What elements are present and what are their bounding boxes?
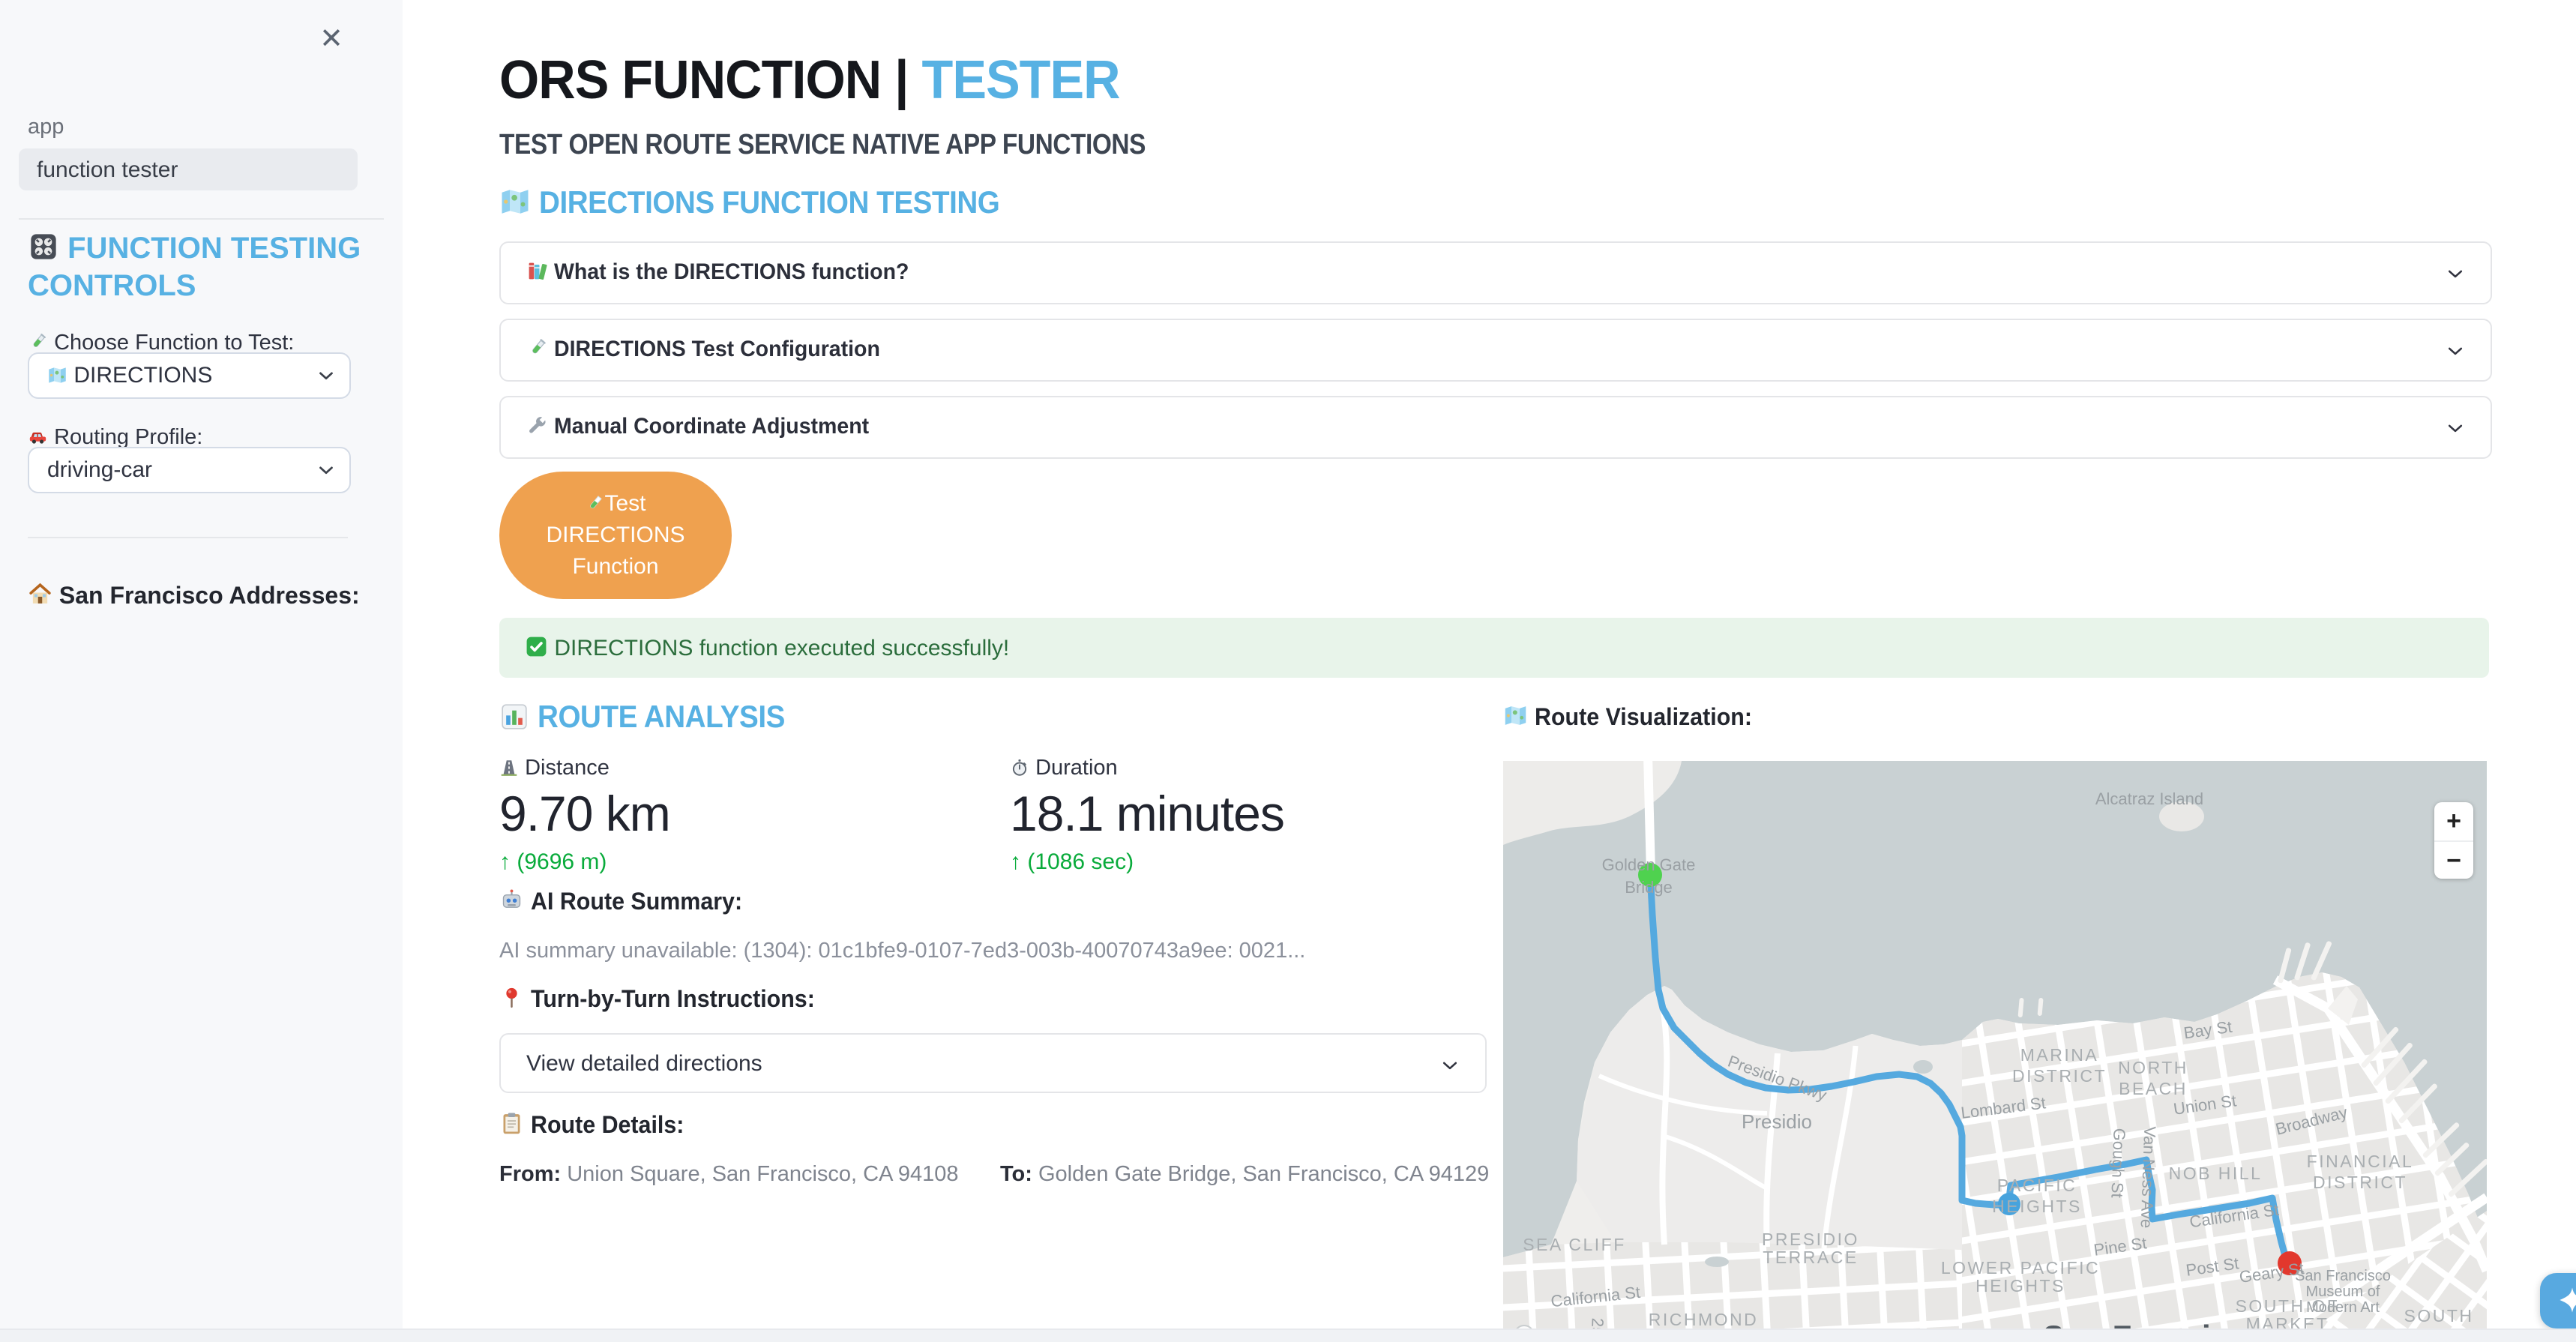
map-label: SOUTH xyxy=(2404,1306,2474,1326)
metric-distance: Distance 9.70 km ↑ (9696 m) xyxy=(499,756,670,875)
chevron-down-icon xyxy=(2443,261,2468,286)
addresses-heading: San Francisco Addresses: xyxy=(28,582,360,610)
map-label: LOWER PACIFIC xyxy=(1941,1258,2100,1278)
title-main: ORS FUNCTION | xyxy=(499,50,908,110)
function-select[interactable]: DIRECTIONS xyxy=(28,352,351,399)
assistant-button[interactable] xyxy=(2540,1273,2576,1329)
test-tube-icon xyxy=(526,337,548,359)
success-message: DIRECTIONS function executed successfull… xyxy=(554,636,1009,661)
turns-heading: Turn-by-Turn Instructions: xyxy=(499,985,830,1013)
route-to: To: Golden Gate Bridge, San Francisco, C… xyxy=(1000,1162,1489,1187)
map-icon xyxy=(499,186,531,217)
map-label: San Francisco xyxy=(2295,1268,2391,1284)
chevron-down-icon xyxy=(315,459,337,481)
divider xyxy=(28,537,348,538)
check-icon xyxy=(525,635,548,658)
page-bottom-strip xyxy=(0,1329,2576,1342)
road-icon xyxy=(499,758,519,777)
pin-icon xyxy=(499,985,524,1010)
chevron-down-icon xyxy=(2443,338,2468,364)
distance-value: 9.70 km xyxy=(499,785,670,842)
sidebar-heading: FUNCTION TESTING CONTROLS xyxy=(28,229,373,304)
viz-heading: Route Visualization: xyxy=(1503,703,1763,731)
map-label: NOB HILL xyxy=(2169,1164,2263,1183)
metric-duration: Duration 18.1 minutes ↑ (1086 sec) xyxy=(1010,756,1284,875)
chevron-down-icon xyxy=(2443,415,2468,441)
map-label: Van Ness Ave xyxy=(2137,1126,2160,1229)
section-directions-testing: DIRECTIONS FUNCTION TESTING xyxy=(499,184,1040,220)
sidebar-item-function-tester[interactable]: function tester xyxy=(19,148,358,190)
chevron-down-icon xyxy=(315,364,337,387)
robot-icon xyxy=(499,888,524,912)
duration-value: 18.1 minutes xyxy=(1010,785,1284,842)
map-label: BEACH xyxy=(2119,1079,2188,1098)
map-label: SOUTH OF xyxy=(2236,1296,2340,1316)
expander-test-configuration[interactable]: DIRECTIONS Test Configuration xyxy=(499,319,2492,382)
divider xyxy=(19,218,384,220)
map-label: Presidio xyxy=(1742,1110,1812,1133)
map-label: MARINA xyxy=(2020,1045,2098,1065)
clipboard-icon xyxy=(499,1111,524,1136)
success-alert: DIRECTIONS function executed successfull… xyxy=(499,618,2489,678)
map-label: Golden Gate xyxy=(1602,855,1696,874)
expander-what-is-directions[interactable]: What is the DIRECTIONS function? xyxy=(499,241,2492,304)
zoom-in-button[interactable]: + xyxy=(2434,802,2473,840)
map-label: RICHMOND xyxy=(1649,1310,1759,1329)
page-title: ORS FUNCTION | TESTER xyxy=(499,49,1152,111)
duration-delta: ↑ (1086 sec) xyxy=(1010,849,1284,875)
city-label: San Francisco xyxy=(2043,1319,2268,1329)
function-select-value: DIRECTIONS xyxy=(73,363,212,388)
nav-section-label: app xyxy=(28,115,64,139)
map-label: HEIGHTS xyxy=(1975,1276,2065,1296)
page-subtitle: TEST OPEN ROUTE SERVICE NATIVE APP FUNCT… xyxy=(499,129,1234,161)
route-map[interactable]: Alcatraz IslandGolden GateBridgeMARINADI… xyxy=(1503,761,2487,1329)
ai-summary-heading: AI Route Summary: xyxy=(499,888,753,915)
distance-delta: ↑ (9696 m) xyxy=(499,849,670,875)
chevron-down-icon xyxy=(1437,1053,1463,1078)
map-label: Bridge xyxy=(1625,878,1673,897)
wrench-icon xyxy=(526,415,548,436)
map-zoom-control: + − xyxy=(2434,802,2473,879)
test-tube-icon xyxy=(585,494,604,514)
section-route-analysis: ROUTE ANALYSIS xyxy=(499,699,807,735)
map-icon xyxy=(47,365,67,385)
bar-chart-icon xyxy=(499,702,529,732)
car-icon xyxy=(28,427,48,447)
map-label: DISTRICT xyxy=(2313,1173,2407,1192)
map-label: NORTH xyxy=(2118,1058,2188,1077)
map-label: PACIFIC xyxy=(1997,1176,2077,1195)
nav-item-label: function tester xyxy=(19,148,358,183)
map-label: DISTRICT xyxy=(2012,1066,2107,1086)
expander-manual-coordinates[interactable]: Manual Coordinate Adjustment xyxy=(499,396,2492,459)
map-label: 25th xyxy=(1587,1317,1607,1329)
map-label: Alcatraz Island xyxy=(2095,789,2203,808)
control-knobs-icon xyxy=(28,231,59,262)
books-icon xyxy=(526,260,548,282)
route-from: From: Union Square, San Francisco, CA 94… xyxy=(499,1162,959,1187)
map-label: HEIGHTS xyxy=(1992,1197,2082,1216)
details-heading: Route Details: xyxy=(499,1111,692,1139)
test-directions-button[interactable]: Test DIRECTIONS Function xyxy=(499,472,732,599)
house-icon xyxy=(28,582,52,607)
expander-detailed-directions[interactable]: View detailed directions xyxy=(499,1033,1487,1093)
title-accent: TESTER xyxy=(921,50,1119,110)
map-label: FINANCIAL xyxy=(2307,1152,2414,1171)
profile-select[interactable]: driving-car xyxy=(28,447,351,493)
map-label: TERRACE xyxy=(1763,1248,1858,1267)
map-label: Gough St xyxy=(2107,1128,2128,1198)
close-sidebar-icon[interactable]: ✕ xyxy=(315,22,348,55)
map-icon xyxy=(1503,703,1528,728)
profile-select-value: driving-car xyxy=(47,457,152,482)
map-label: PRESIDIO xyxy=(1762,1230,1859,1249)
stopwatch-icon xyxy=(1010,758,1029,777)
test-tube-icon xyxy=(28,332,48,352)
sidebar: ✕ app function tester FUNCTION TESTING C… xyxy=(0,0,403,1342)
zoom-out-button[interactable]: − xyxy=(2434,842,2473,880)
ai-summary-text: AI summary unavailable: (1304): 01c1bfe9… xyxy=(499,939,1305,963)
sidebar-heading-label: FUNCTION TESTING CONTROLS xyxy=(28,232,361,302)
app-page: ✕ app function tester FUNCTION TESTING C… xyxy=(0,0,2576,1342)
sparkle-icon xyxy=(2557,1285,2576,1315)
map-label: SEA CLIFF xyxy=(1523,1235,1626,1254)
